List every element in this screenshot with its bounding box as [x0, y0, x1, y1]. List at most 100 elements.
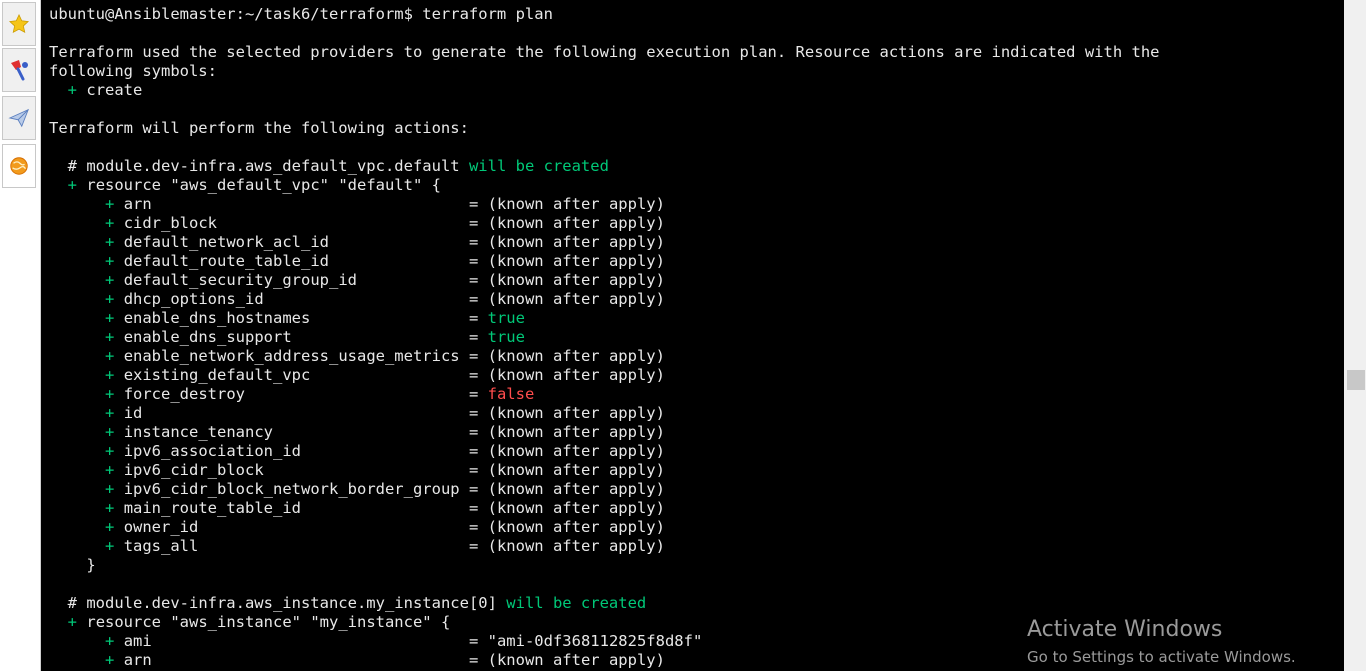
- attribute-key: existing_default_vpc: [123, 366, 460, 384]
- plus-symbol: +: [105, 442, 115, 460]
- left-taskbar: [0, 0, 41, 671]
- attribute-key: id: [123, 404, 460, 422]
- plus-symbol: +: [105, 328, 115, 346]
- attribute-row: + enable_dns_hostnames = true: [105, 309, 525, 327]
- attribute-row: + default_network_acl_id = (known after …: [105, 233, 665, 251]
- plus-symbol: +: [105, 651, 115, 669]
- legend-line: + create: [49, 81, 1159, 100]
- blank-line: [49, 575, 1159, 594]
- attribute-value: (known after apply): [487, 480, 665, 498]
- attribute-key: ipv6_cidr_block_network_border_group: [123, 480, 460, 498]
- attribute-row: + ami = "ami-0df368112825f8d8f": [105, 632, 703, 650]
- will-be-created: will be created: [468, 157, 609, 175]
- resource-comment: # module.dev-infra.aws_instance.my_insta…: [67, 594, 647, 612]
- plus-symbol: +: [105, 404, 115, 422]
- plus-symbol: +: [105, 290, 115, 308]
- resource-close: }: [86, 556, 96, 574]
- resource-comment: # module.dev-infra.aws_default_vpc.defau…: [67, 157, 609, 175]
- attribute-row: + owner_id = (known after apply): [105, 518, 665, 536]
- attribute-row: + default_route_table_id = (known after …: [105, 252, 665, 270]
- watermark-subtitle: Go to Settings to activate Windows.: [1027, 648, 1296, 666]
- attribute-key: instance_tenancy: [123, 423, 460, 441]
- plus-symbol: +: [105, 214, 115, 232]
- attribute-value: false: [487, 385, 535, 403]
- attribute-value: (known after apply): [487, 442, 665, 460]
- vertical-scrollbar[interactable]: [1344, 0, 1366, 671]
- pin-button[interactable]: [2, 48, 36, 92]
- attribute-row: + enable_dns_support = true: [105, 328, 525, 346]
- attribute-value: (known after apply): [487, 290, 665, 308]
- attribute-key: owner_id: [123, 518, 460, 536]
- attribute-value: (known after apply): [487, 423, 665, 441]
- plus-symbol: +: [105, 423, 115, 441]
- attribute-key: default_route_table_id: [123, 252, 460, 270]
- create-symbol: +: [67, 81, 78, 99]
- attribute-key: default_network_acl_id: [123, 233, 460, 251]
- plus-symbol: +: [105, 366, 115, 384]
- attribute-value: (known after apply): [487, 518, 665, 536]
- attribute-row: + ipv6_association_id = (known after app…: [105, 442, 665, 460]
- browser-button[interactable]: [2, 144, 36, 188]
- blank-line: [49, 24, 1159, 43]
- will-be-created: will be created: [506, 594, 647, 612]
- attribute-row: + enable_network_address_usage_metrics =…: [105, 347, 665, 365]
- blank-line: [49, 100, 1159, 119]
- plus-symbol: +: [105, 461, 115, 479]
- attribute-value: (known after apply): [487, 347, 665, 365]
- attribute-row: + default_security_group_id = (known aft…: [105, 271, 665, 289]
- plus-symbol: +: [105, 537, 115, 555]
- pin-icon: [11, 60, 28, 81]
- plus-symbol: +: [105, 518, 115, 536]
- attribute-value: (known after apply): [487, 651, 665, 669]
- attribute-row: + arn = (known after apply): [105, 195, 665, 213]
- attribute-value: true: [487, 309, 525, 327]
- attribute-key: dhcp_options_id: [123, 290, 460, 308]
- attribute-row: + instance_tenancy = (known after apply): [105, 423, 665, 441]
- intro-line: Terraform used the selected providers to…: [49, 43, 1160, 61]
- plus-symbol: +: [105, 632, 115, 650]
- attribute-value: true: [487, 328, 525, 346]
- attribute-row: + force_destroy = false: [105, 385, 535, 403]
- plus-symbol: +: [105, 480, 115, 498]
- attribute-value: (known after apply): [487, 195, 665, 213]
- send-button[interactable]: [2, 96, 36, 140]
- plus-symbol: +: [105, 233, 115, 251]
- resource-header: + resource "aws_default_vpc" "default" {: [67, 176, 441, 194]
- perform-line: Terraform will perform the following act…: [49, 119, 469, 137]
- scrollbar-thumb[interactable]: [1347, 370, 1365, 390]
- terminal-window[interactable]: ubuntu@Ansiblemaster:~/task6/terraform$ …: [41, 0, 1343, 671]
- attribute-key: tags_all: [123, 537, 460, 555]
- attribute-key: ami: [123, 632, 460, 650]
- attribute-value: (known after apply): [487, 252, 665, 270]
- blank-line: [49, 138, 1159, 157]
- attribute-row: + dhcp_options_id = (known after apply): [105, 290, 665, 308]
- attribute-value: (known after apply): [487, 499, 665, 517]
- attribute-key: default_security_group_id: [123, 271, 460, 289]
- plus-symbol: +: [105, 499, 115, 517]
- attribute-key: enable_network_address_usage_metrics: [123, 347, 460, 365]
- attribute-row: + ipv6_cidr_block = (known after apply): [105, 461, 665, 479]
- attribute-row: + existing_default_vpc = (known after ap…: [105, 366, 665, 384]
- intro-line: following symbols:: [49, 62, 217, 80]
- globe-icon: [10, 157, 28, 175]
- plus-symbol: +: [105, 271, 115, 289]
- resource-header: + resource "aws_instance" "my_instance" …: [67, 613, 451, 631]
- paper-plane-icon: [8, 108, 29, 128]
- terminal-output: ubuntu@Ansiblemaster:~/task6/terraform$ …: [49, 5, 1159, 670]
- star-icon: [8, 13, 30, 34]
- plus-symbol: +: [105, 309, 115, 327]
- attribute-row: + main_route_table_id = (known after app…: [105, 499, 665, 517]
- attribute-key: force_destroy: [123, 385, 460, 403]
- create-label: create: [86, 81, 143, 99]
- attribute-value: (known after apply): [487, 233, 665, 251]
- attribute-value: (known after apply): [487, 461, 665, 479]
- prompt-line: ubuntu@Ansiblemaster:~/task6/terraform$ …: [49, 5, 553, 23]
- attribute-value: (known after apply): [487, 214, 665, 232]
- attribute-key: arn: [123, 651, 460, 669]
- attribute-key: main_route_table_id: [123, 499, 460, 517]
- attribute-row: + id = (known after apply): [105, 404, 665, 422]
- attribute-key: enable_dns_support: [123, 328, 460, 346]
- favorites-button[interactable]: [2, 2, 36, 46]
- attribute-row: + tags_all = (known after apply): [105, 537, 665, 555]
- attribute-value: "ami-0df368112825f8d8f": [487, 632, 703, 650]
